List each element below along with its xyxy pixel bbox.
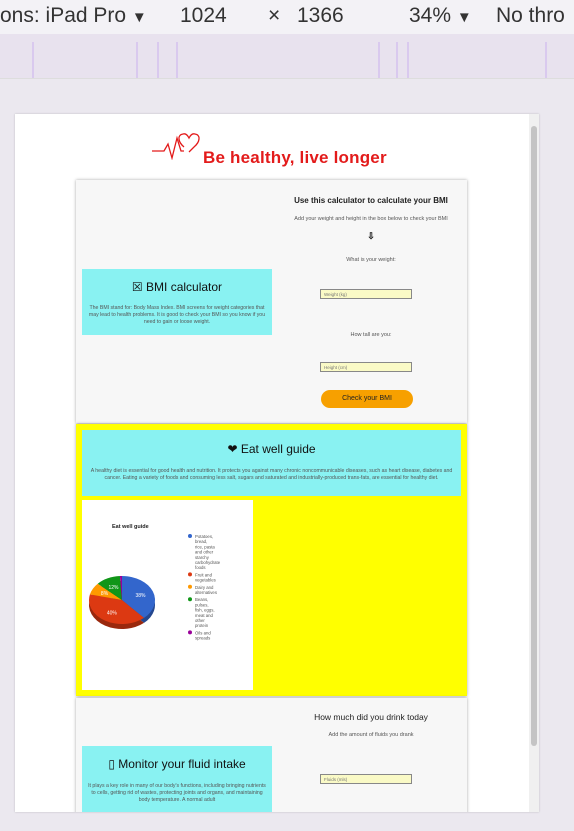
- scrollbar[interactable]: [529, 114, 539, 812]
- fluid-section: ▯ Monitor your fluid intake It plays a k…: [76, 698, 467, 812]
- throttle-select[interactable]: No thro: [496, 4, 565, 28]
- fluid-title: How much did you drink today: [314, 712, 428, 722]
- heartbeat-icon: [152, 133, 200, 160]
- device-select[interactable]: ons: iPad Pro ▼: [0, 4, 147, 28]
- pie-slices: [89, 576, 155, 624]
- pie-legend: Potatoes, bread, rice, pasta and other starc…: [188, 534, 221, 641]
- legend-marker: [188, 597, 192, 602]
- pie-slice-label: 38%: [135, 593, 146, 599]
- ruler-line: [32, 42, 34, 78]
- check-bmi-button[interactable]: Check your BMI: [321, 390, 413, 408]
- fluid-description: It plays a key role in many of our body'…: [88, 783, 266, 803]
- ruler-line: [396, 42, 398, 78]
- bmi-instructions: Add your weight and height in the box be…: [294, 216, 448, 222]
- legend-label: Fruit and vegetables: [195, 572, 216, 582]
- legend-label: Dairy and alternatives: [195, 585, 217, 595]
- width-field[interactable]: 1024: [180, 4, 227, 28]
- weight-input[interactable]: Weight (kg): [320, 289, 412, 299]
- height-input[interactable]: Height (cm): [320, 362, 412, 372]
- pie-slice-label: 40%: [107, 610, 118, 616]
- legend-marker: [188, 572, 192, 577]
- weight-label: What is your weight:: [346, 257, 396, 263]
- legend-marker: [188, 630, 192, 635]
- fluid-heading-text: Monitor your fluid intake: [118, 757, 246, 771]
- devtools-toolbar: ons: iPad Pro ▼ 1024 × 1366 34% ▼ No thr…: [0, 0, 574, 34]
- fluid-heading: ▯ Monitor your fluid intake: [82, 757, 272, 771]
- eat-well-section: ❤ Eat well guide A healthy diet is essen…: [76, 424, 467, 696]
- height-field[interactable]: 1366: [297, 4, 344, 28]
- eat-heading-text: Eat well guide: [240, 442, 316, 456]
- chart-title: Eat well guide: [112, 524, 149, 530]
- zoom-select[interactable]: 34% ▼: [409, 4, 472, 28]
- media-query-bar[interactable]: [0, 34, 574, 79]
- bmi-calc-title: Use this calculator to calculate your BM…: [294, 196, 448, 205]
- bmi-heading: ☒ BMI calculator: [82, 280, 272, 294]
- ruler-line: [545, 42, 547, 78]
- legend-label: Oils and spreads: [195, 630, 211, 640]
- legend-marker: [188, 584, 192, 589]
- device-label: ons: iPad Pro: [0, 4, 127, 27]
- device-viewport: Be healthy, live longer ☒ BMI calculator…: [15, 114, 539, 812]
- pie-chart-box: Eat well guide 38% 40% 8% 12% Potatoes, brea…: [82, 500, 253, 690]
- ruler-line: [407, 42, 409, 78]
- bmi-description: The BMI stand for: Body Mass Index. BMI …: [88, 305, 266, 325]
- height-label: How tall are you:: [350, 332, 392, 338]
- bmi-section: ☒ BMI calculator The BMI stand for: Body…: [76, 180, 467, 423]
- ruler-line: [378, 42, 380, 78]
- caret-down-icon: ▼: [456, 9, 472, 26]
- eat-description: A healthy diet is essential for good hea…: [90, 468, 453, 481]
- caret-down-icon: ▼: [131, 9, 147, 26]
- glass-icon: ▯: [108, 757, 115, 771]
- scrollbar-thumb[interactable]: [531, 126, 537, 746]
- heart-pulse-icon: ❤: [227, 442, 238, 456]
- pie-slice-label: 12%: [108, 585, 119, 591]
- ruler-line: [176, 42, 178, 78]
- legend-label: Beans, pulses, fish, eggs, meat and other pro…: [195, 597, 215, 628]
- bmi-heading-text: BMI calculator: [146, 280, 223, 294]
- site-title: Be healthy, live longer: [203, 148, 387, 167]
- pie-chart: Eat well guide 38% 40% 8%12% Potatoes, brea…: [89, 524, 221, 641]
- scale-icon: ☒: [131, 280, 143, 294]
- bmi-info-box: ☒ BMI calculator The BMI stand for: Body…: [82, 269, 272, 335]
- times-icon: ×: [268, 4, 281, 27]
- fluid-info-box: ▯ Monitor your fluid intake It plays a k…: [82, 746, 272, 812]
- eat-heading: ❤ Eat well guide: [82, 442, 461, 456]
- zoom-label: 34%: [409, 4, 452, 27]
- fluid-input[interactable]: Fluids (mls): [320, 774, 412, 784]
- eat-info-box: ❤ Eat well guide A healthy diet is essen…: [82, 430, 461, 496]
- ruler-line: [136, 42, 138, 78]
- legend-label: Potatoes, bread, rice, pasta and other starc…: [195, 534, 221, 570]
- legend-marker: [188, 534, 192, 538]
- pie-slice-label: 8%: [101, 591, 109, 597]
- fluid-instructions: Add the amount of fluids you drank: [328, 732, 414, 738]
- arrow-down-icon: ⇩: [367, 231, 375, 241]
- ruler-line: [157, 42, 159, 78]
